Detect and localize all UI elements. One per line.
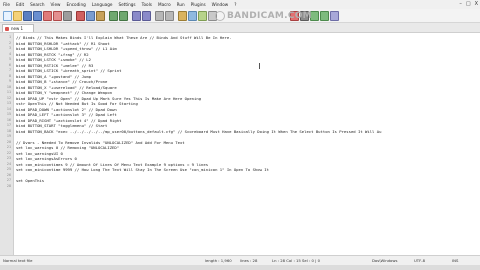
tab-bar: new 1 [0,23,480,33]
save-all-icon[interactable] [33,11,42,21]
status-encoding: UTF-8 [414,258,426,263]
print-icon[interactable] [63,11,72,21]
status-length: length : 1,960 [205,258,232,263]
close-button[interactable]: X [475,1,478,8]
menu-item[interactable]: Macro [155,2,174,7]
maximize-button[interactable]: □ [466,1,471,8]
sync-scroll-icon[interactable] [178,11,187,21]
replace-icon[interactable] [142,11,151,21]
menu-bar: File Edit Search View Encoding Language Settin… [0,0,480,9]
unsaved-file-icon [5,26,9,31]
zoom-in-icon[interactable] [155,11,164,21]
redo-icon[interactable] [119,11,128,21]
tab-label: new 1 [11,26,24,31]
open-file-icon[interactable] [13,11,22,21]
word-wrap-icon[interactable] [188,11,197,21]
save-icon[interactable] [23,11,32,21]
code-line: 28 [0,184,480,190]
watermark-text: BANDICAM.COM [227,11,312,21]
taskbar-strip [0,265,480,270]
menu-item[interactable]: Run [174,2,188,7]
find-icon[interactable] [132,11,141,21]
status-lines: lines : 28 [240,258,258,263]
menu-item[interactable]: Language [89,2,116,7]
text-editor[interactable]: 1// Binds // This Makes Binds I'll Expla… [0,33,480,255]
menu-item[interactable]: View [48,2,64,7]
status-file-type: Normal text file [3,258,33,263]
show-all-chars-icon[interactable] [198,11,207,21]
mouse-cursor-icon [258,63,261,69]
minimize-button[interactable]: – [459,1,462,8]
menu-item[interactable]: File [0,2,13,7]
menu-item[interactable]: Settings [115,2,138,7]
paste-icon[interactable] [96,11,105,21]
bandicam-logo-icon [215,11,225,21]
bandicam-watermark: BANDICAM.COM [215,9,312,23]
status-eol: Dos\Windows [372,258,398,263]
play-macro-multiple-icon[interactable] [320,11,329,21]
cut-icon[interactable] [76,11,85,21]
status-mode: INS [452,258,459,263]
line-number: 28 [6,183,11,188]
zoom-out-icon[interactable] [165,11,174,21]
menu-item[interactable]: Window [209,2,232,7]
menu-item[interactable]: Search [27,2,47,7]
menu-item[interactable]: Encoding [63,2,88,7]
menu-item[interactable]: ? [231,2,239,7]
window-controls: – □ X [459,1,478,8]
status-position: Ln : 28 Col : 15 Sel : 0 | 0 [272,258,321,263]
menu-item[interactable]: Tools [139,2,155,7]
save-macro-icon[interactable] [330,11,339,21]
menu-item[interactable]: Edit [13,2,27,7]
tab-new-1[interactable]: new 1 [2,24,34,32]
copy-icon[interactable] [86,11,95,21]
menu-item[interactable]: Plugins [188,2,209,7]
undo-icon[interactable] [109,11,118,21]
new-file-icon[interactable] [3,11,12,21]
close-file-icon[interactable] [43,11,52,21]
close-all-icon[interactable] [53,11,62,21]
